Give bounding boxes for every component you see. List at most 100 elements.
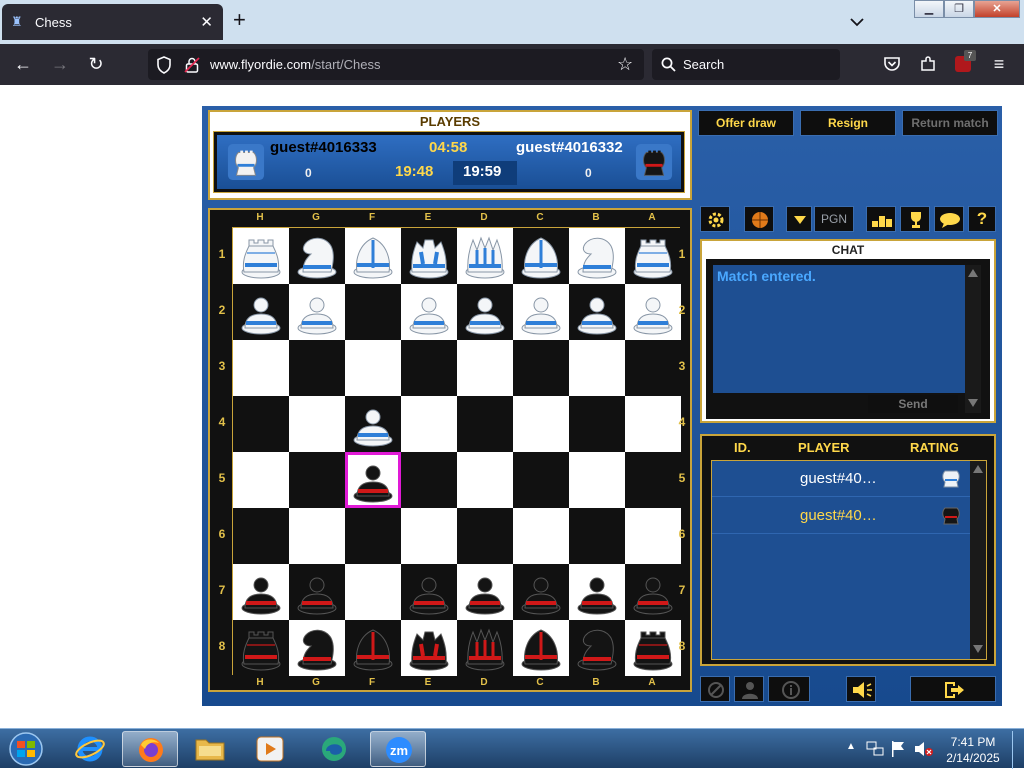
white-pawn-icon[interactable] [517,288,565,336]
white-pawn-icon[interactable] [349,400,397,448]
close-tab-icon[interactable]: ✕ [200,13,213,31]
square-d4[interactable] [457,396,513,452]
square-a5[interactable] [625,452,681,508]
square-c3[interactable] [513,340,569,396]
address-bar[interactable]: www.flyordie.com/start/Chess ☆ [148,49,644,80]
white-rook-icon[interactable] [629,232,677,280]
settings-button[interactable] [700,206,730,232]
square-c5[interactable] [513,452,569,508]
trophy-button[interactable] [900,206,930,232]
back-arrow-icon[interactable]: ← [13,54,33,74]
square-b5[interactable] [569,452,625,508]
chat-bubble-button[interactable] [934,206,964,232]
scroll-up-icon[interactable] [968,269,978,277]
square-c7[interactable] [513,564,569,620]
resign-button[interactable]: Resign [800,110,896,136]
square-e2[interactable] [401,284,457,340]
chat-scrollbar[interactable] [965,265,981,413]
shield-icon[interactable] [156,56,172,74]
black-rook-icon[interactable] [629,624,677,672]
square-a8[interactable] [625,620,681,676]
square-b6[interactable] [569,508,625,564]
search-box[interactable]: Search [652,49,840,80]
new-tab-button[interactable]: + [233,9,246,31]
square-h4[interactable] [233,396,289,452]
square-a6[interactable] [625,508,681,564]
square-f4[interactable] [345,396,401,452]
info-button[interactable] [768,676,810,702]
square-e8[interactable] [401,620,457,676]
square-a7[interactable] [625,564,681,620]
square-e6[interactable] [401,508,457,564]
chevron-down-icon[interactable] [849,14,865,30]
square-a1[interactable] [625,228,681,284]
black-knight-icon[interactable] [573,624,621,672]
black-pawn-icon[interactable] [573,568,621,616]
black-rook-icon[interactable] [237,624,285,672]
black-pawn-icon[interactable] [629,568,677,616]
player-list-scrollbar[interactable] [970,461,986,659]
black-bishop-icon[interactable] [517,624,565,672]
profile-button[interactable] [734,676,764,702]
white-knight-icon[interactable] [293,232,341,280]
minimize-button[interactable]: ▁ [914,0,944,18]
player-list-row[interactable]: guest#40… [712,498,970,534]
square-c2[interactable] [513,284,569,340]
square-d5[interactable] [457,452,513,508]
square-e3[interactable] [401,340,457,396]
square-d8[interactable] [457,620,513,676]
white-pawn-icon[interactable] [573,288,621,336]
show-desktop-button[interactable] [1012,731,1024,769]
black-king-icon[interactable] [405,624,453,672]
square-g4[interactable] [289,396,345,452]
square-f3[interactable] [345,340,401,396]
chess-board[interactable] [232,227,681,676]
rating-button[interactable] [866,206,896,232]
square-g1[interactable] [289,228,345,284]
square-h2[interactable] [233,284,289,340]
square-a4[interactable] [625,396,681,452]
white-bishop-icon[interactable] [349,232,397,280]
forward-arrow-icon[interactable]: → [50,54,70,74]
square-f7[interactable] [345,564,401,620]
square-h5[interactable] [233,452,289,508]
scroll-down-icon[interactable] [968,399,978,407]
square-b3[interactable] [569,340,625,396]
square-c6[interactable] [513,508,569,564]
square-h1[interactable] [233,228,289,284]
scroll-up-icon[interactable] [973,465,983,473]
black-pawn-icon[interactable] [237,568,285,616]
square-e1[interactable] [401,228,457,284]
square-g7[interactable] [289,564,345,620]
square-b1[interactable] [569,228,625,284]
white-queen-icon[interactable] [461,232,509,280]
taskbar-file-explorer[interactable] [182,731,238,767]
browser-tab-chess[interactable]: ♜ Chess ✕ [2,4,223,40]
reload-icon[interactable]: ↻ [86,54,106,74]
pocket-icon[interactable] [883,55,901,73]
taskbar-internet-explorer[interactable] [62,731,118,767]
white-pawn-icon[interactable] [237,288,285,336]
player-list-row[interactable]: guest#40… [712,461,970,497]
square-d7[interactable] [457,564,513,620]
square-f6[interactable] [345,508,401,564]
square-f2[interactable] [345,284,401,340]
pgn-button[interactable]: PGN [814,206,854,232]
black-queen-icon[interactable] [461,624,509,672]
clock-time[interactable]: 7:41 PM [940,735,1006,749]
square-h8[interactable] [233,620,289,676]
square-d3[interactable] [457,340,513,396]
clock-date[interactable]: 2/14/2025 [940,751,1006,765]
block-button[interactable] [700,676,730,702]
square-e7[interactable] [401,564,457,620]
square-b8[interactable] [569,620,625,676]
square-h3[interactable] [233,340,289,396]
action-center-flag-icon[interactable] [890,740,906,758]
square-h7[interactable] [233,564,289,620]
scroll-down-icon[interactable] [973,645,983,653]
black-bishop-icon[interactable] [349,624,397,672]
black-knight-icon[interactable] [293,624,341,672]
square-d1[interactable] [457,228,513,284]
taskbar-firefox[interactable] [122,731,178,767]
hamburger-menu-icon[interactable]: ≡ [989,54,1009,74]
